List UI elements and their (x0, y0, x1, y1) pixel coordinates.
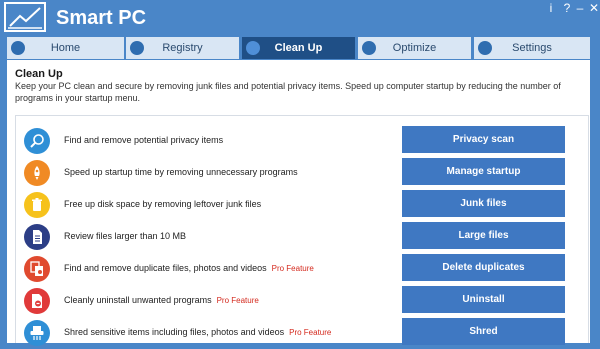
document-icon (24, 224, 50, 250)
title-bar: Smart PC i ? – ✕ (0, 0, 600, 36)
large-files-button[interactable]: Large files (402, 222, 565, 249)
item-description: Free up disk space by removing leftover … (64, 199, 262, 209)
tab-optimize[interactable]: Optimize (358, 37, 471, 59)
junk-files-button[interactable]: Junk files (402, 190, 565, 217)
pro-feature-label: Pro Feature (271, 264, 314, 273)
tab-settings[interactable]: Settings (474, 37, 590, 59)
tab-label: Registry (162, 42, 203, 54)
main-tabs: Home Registry Clean Up Optimize Settings (0, 36, 600, 60)
item-description: Shred sensitive items including files, p… (64, 327, 332, 337)
shred-button[interactable]: Shred (402, 318, 565, 345)
app-title: Smart PC (56, 7, 147, 29)
item-description: Cleanly uninstall unwanted programs Pro F… (64, 295, 259, 305)
rocket-icon (24, 160, 50, 186)
panel-title: Clean Up (15, 68, 63, 80)
shredder-icon (24, 320, 50, 346)
line-chart-icon (4, 2, 46, 32)
pro-feature-label: Pro Feature (289, 328, 332, 337)
clean-up-panel: Clean Up Keep your PC clean and secure b… (7, 60, 590, 346)
tab-registry[interactable]: Registry (126, 37, 239, 59)
uninstall-icon (24, 288, 50, 314)
tab-home[interactable]: Home (7, 37, 124, 59)
info-button[interactable]: i (544, 1, 558, 15)
delete-duplicates-button[interactable]: Delete duplicates (402, 254, 565, 281)
uninstall-button[interactable]: Uninstall (402, 286, 565, 313)
close-button[interactable]: ✕ (587, 1, 600, 15)
tab-label: Settings (512, 42, 552, 54)
manage-startup-button[interactable]: Manage startup (402, 158, 565, 185)
panel-description: Keep your PC clean and secure by removin… (15, 81, 561, 103)
tab-label: Clean Up (274, 42, 323, 54)
help-button[interactable]: ? (560, 1, 574, 15)
duplicate-files-icon (24, 256, 50, 282)
pro-feature-label: Pro Feature (216, 296, 259, 305)
item-description: Review files larger than 10 MB (64, 231, 187, 241)
list-item: Shred sensitive items including files, p… (16, 317, 588, 349)
cleanup-tools-list: Find and remove potential privacy items … (15, 115, 589, 346)
privacy-scan-button[interactable]: Privacy scan (402, 126, 565, 153)
list-item: Find and remove duplicate files, photos … (16, 253, 588, 285)
item-description: Find and remove potential privacy items (64, 135, 224, 145)
tab-label: Home (50, 42, 81, 54)
item-description: Speed up startup time by removing unnece… (64, 167, 298, 177)
tab-clean-up[interactable]: Clean Up (242, 37, 355, 59)
minimize-button[interactable]: – (573, 1, 587, 15)
item-description: Find and remove duplicate files, photos … (64, 263, 314, 273)
list-item: Speed up startup time by removing unnece… (16, 157, 588, 189)
list-item: Review files larger than 10 MB Large fil… (16, 221, 588, 253)
list-item: Find and remove potential privacy items … (16, 125, 588, 157)
magnifier-icon (24, 128, 50, 154)
tab-label: Optimize (392, 42, 437, 54)
list-item: Cleanly uninstall unwanted programs Pro F… (16, 285, 588, 317)
trash-icon (24, 192, 50, 218)
list-item: Free up disk space by removing leftover … (16, 189, 588, 221)
